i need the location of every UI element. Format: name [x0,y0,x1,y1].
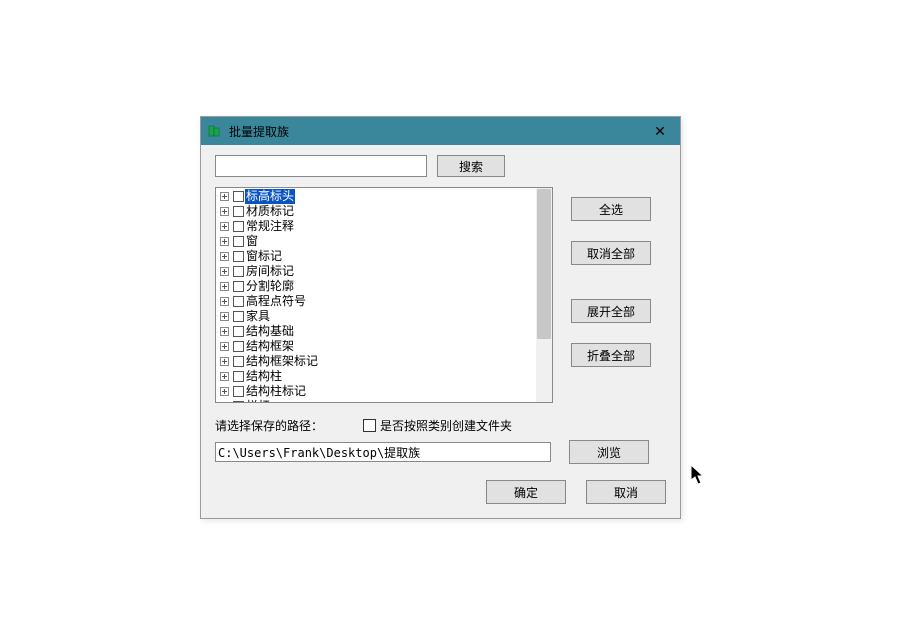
tree-item[interactable]: 栏杆 [220,399,552,403]
tree-item-checkbox[interactable] [233,401,244,403]
search-row: 搜索 [215,155,666,177]
tree-item-label[interactable]: 结构柱标记 [245,384,307,399]
expand-icon[interactable] [220,252,229,261]
tree-item-label[interactable]: 窗标记 [245,249,283,264]
titlebar[interactable]: 批量提取族 ✕ [201,117,680,145]
tree-item[interactable]: 常规注释 [220,219,552,234]
tree-item-label[interactable]: 家具 [245,309,271,324]
tree-item-checkbox[interactable] [233,206,244,217]
tree-item-label[interactable]: 结构框架 [245,339,295,354]
collapse-all-button[interactable]: 折叠全部 [571,343,651,367]
tree-item-label[interactable]: 结构基础 [245,324,295,339]
expand-icon[interactable] [220,357,229,366]
tree-item[interactable]: 材质标记 [220,204,552,219]
expand-icon[interactable] [220,312,229,321]
tree-item-checkbox[interactable] [233,266,244,277]
folder-by-category-label: 是否按照类别创建文件夹 [380,417,512,434]
scrollbar-thumb[interactable] [537,189,551,339]
path-row: 浏览 [215,440,666,464]
search-button[interactable]: 搜索 [437,155,505,177]
tree-item[interactable]: 高程点符号 [220,294,552,309]
mouse-cursor-icon [690,464,708,489]
tree-item-checkbox[interactable] [233,296,244,307]
ok-button[interactable]: 确定 [486,480,566,504]
tree-item-label[interactable]: 材质标记 [245,204,295,219]
expand-icon[interactable] [220,207,229,216]
app-icon [207,123,223,139]
dialog-batch-extract-family: 批量提取族 ✕ 搜索 标高标头材质标记常规注释窗窗标记房间标记分割轮廓高程点符号… [200,116,681,519]
tree-item-checkbox[interactable] [233,236,244,247]
tree-item[interactable]: 结构柱 [220,369,552,384]
tree-item-checkbox[interactable] [233,221,244,232]
save-path-input[interactable] [215,442,551,462]
expand-icon[interactable] [220,222,229,231]
expand-icon[interactable] [220,237,229,246]
path-label: 请选择保存的路径： [215,417,323,434]
tree-scrollbar[interactable] [536,188,552,402]
tree-item-label[interactable]: 分割轮廓 [245,279,295,294]
expand-icon[interactable] [220,267,229,276]
tree-item-checkbox[interactable] [233,371,244,382]
tree-item-checkbox[interactable] [233,356,244,367]
tree-item-label[interactable]: 房间标记 [245,264,295,279]
tree-item[interactable]: 家具 [220,309,552,324]
tree-item-label[interactable]: 常规注释 [245,219,295,234]
expand-icon[interactable] [220,402,229,403]
search-input[interactable] [215,155,427,177]
tree-item-checkbox[interactable] [233,341,244,352]
folder-by-category-option[interactable]: 是否按照类别创建文件夹 [363,417,512,434]
expand-icon[interactable] [220,282,229,291]
tree-item[interactable]: 窗 [220,234,552,249]
tree-item[interactable]: 窗标记 [220,249,552,264]
expand-icon[interactable] [220,372,229,381]
tree-item-label[interactable]: 高程点符号 [245,294,307,309]
expand-icon[interactable] [220,327,229,336]
tree-item-checkbox[interactable] [233,281,244,292]
dialog-content: 搜索 标高标头材质标记常规注释窗窗标记房间标记分割轮廓高程点符号家具结构基础结构… [201,145,680,518]
tree-item-checkbox[interactable] [233,251,244,262]
middle-panel: 标高标头材质标记常规注释窗窗标记房间标记分割轮廓高程点符号家具结构基础结构框架结… [215,187,666,403]
deselect-all-button[interactable]: 取消全部 [571,241,651,265]
close-button[interactable]: ✕ [640,117,680,145]
tree-item-checkbox[interactable] [233,311,244,322]
tree-item[interactable]: 结构柱标记 [220,384,552,399]
expand-icon[interactable] [220,342,229,351]
tree-item-label[interactable]: 窗 [245,234,259,249]
options-row: 请选择保存的路径： 是否按照类别创建文件夹 [215,417,666,434]
select-all-button[interactable]: 全选 [571,197,651,221]
tree-item[interactable]: 分割轮廓 [220,279,552,294]
folder-by-category-checkbox[interactable] [363,419,376,432]
tree-item[interactable]: 房间标记 [220,264,552,279]
tree-item-checkbox[interactable] [233,326,244,337]
tree-item-label[interactable]: 栏杆 [245,399,271,403]
browse-button[interactable]: 浏览 [569,440,649,464]
tree-item[interactable]: 结构框架标记 [220,354,552,369]
tree-item-checkbox[interactable] [233,191,244,202]
tree-item-checkbox[interactable] [233,386,244,397]
tree-item-label[interactable]: 结构柱 [245,369,283,384]
family-tree[interactable]: 标高标头材质标记常规注释窗窗标记房间标记分割轮廓高程点符号家具结构基础结构框架结… [215,187,553,403]
expand-all-button[interactable]: 展开全部 [571,299,651,323]
tree-item-label[interactable]: 标高标头 [245,189,295,204]
side-button-column: 全选 取消全部 展开全部 折叠全部 [571,187,651,403]
dialog-title: 批量提取族 [229,123,640,140]
expand-icon[interactable] [220,297,229,306]
expand-icon[interactable] [220,192,229,201]
tree-item[interactable]: 结构基础 [220,324,552,339]
tree-item[interactable]: 标高标头 [220,189,552,204]
bottom-button-row: 确定 取消 [215,480,666,504]
expand-icon[interactable] [220,387,229,396]
tree-item-label[interactable]: 结构框架标记 [245,354,319,369]
tree-item[interactable]: 结构框架 [220,339,552,354]
cancel-button[interactable]: 取消 [586,480,666,504]
